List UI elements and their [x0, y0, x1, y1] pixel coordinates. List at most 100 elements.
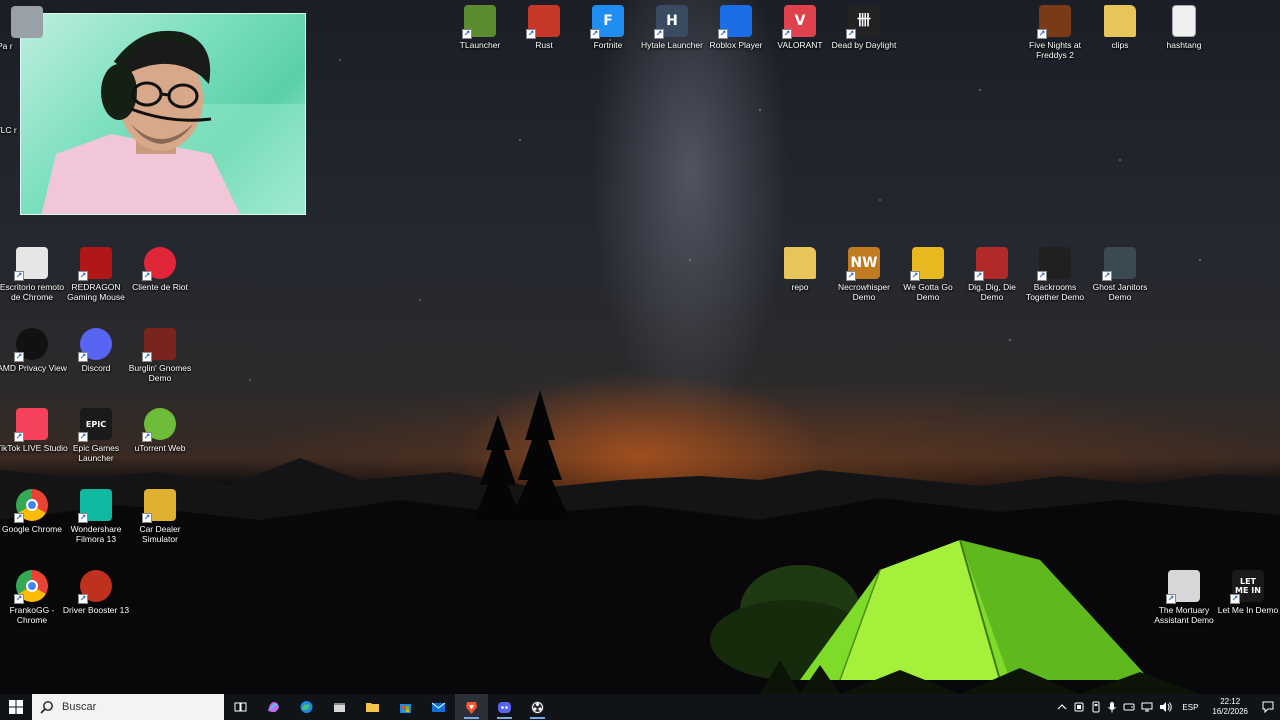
- tray-usb-button[interactable]: [1088, 694, 1104, 720]
- icon-label: hashtang: [1166, 40, 1202, 50]
- desktop-icon-vlc-partial[interactable]: VLC r: [0, 90, 60, 135]
- desktop-icon-mortuary-assistant[interactable]: ↗ The Mortuary Assistant Demo: [1151, 570, 1217, 625]
- icon-label: TLauncher: [459, 40, 501, 50]
- desktop-icon-we-gotta-go[interactable]: ↗ We Gotta Go Demo: [895, 247, 961, 302]
- desktop-icon-folder[interactable]: repo: [767, 247, 833, 292]
- taskbar-button-obs[interactable]: [521, 694, 554, 720]
- fortnite-icon: F ↗: [590, 5, 624, 39]
- chrome-icon: ↗: [14, 489, 48, 523]
- shortcut-arrow-icon: ↗: [142, 513, 152, 523]
- tray-volume-button[interactable]: [1156, 694, 1176, 720]
- notification-icon: [1262, 701, 1274, 713]
- desktop-icon-utorrent[interactable]: ↗ uTorrent Web: [127, 408, 193, 453]
- desktop-icon-riot-client[interactable]: ↗ Cliente de Riot: [127, 247, 193, 292]
- desktop-icon-necrowhisper[interactable]: NW ↗ Necrowhisper Demo: [831, 247, 897, 302]
- desktop-icon-hytale[interactable]: H ↗ Hytale Launcher: [639, 5, 705, 50]
- desktop-icon-fortnite[interactable]: F ↗ Fortnite: [575, 5, 641, 50]
- task-view-icon: [234, 702, 247, 711]
- taskbar-button-copilot[interactable]: [257, 694, 290, 720]
- desktop-icon-fnaf-freddy[interactable]: ↗ Five Nights at Freddys 2: [1022, 5, 1088, 60]
- taskbar-clock[interactable]: 22:12 16/2/2026: [1204, 697, 1256, 717]
- shortcut-arrow-icon: ↗: [142, 352, 152, 362]
- desktop-icon-valorant[interactable]: V ↗ VALORANT: [767, 5, 833, 50]
- icon-label: Let Me In Demo: [1217, 605, 1279, 615]
- tray-storage-button[interactable]: [1120, 694, 1138, 720]
- taskbar-button-mail[interactable]: [422, 694, 455, 720]
- icon-label: Necrowhisper Demo: [838, 282, 890, 302]
- minecraft-grass-block-icon: ↗: [462, 5, 496, 39]
- chrome-profile-icon: ↗: [14, 570, 48, 604]
- desktop-icon-roblox[interactable]: ↗ Roblox Player: [703, 5, 769, 50]
- icon-label: FrankoGG - Chrome: [9, 605, 55, 625]
- taskbar-button-discord[interactable]: [488, 694, 521, 720]
- desktop-icon-dead-by-daylight[interactable]: 卌 ↗ Dead by Daylight: [831, 5, 897, 50]
- shortcut-arrow-icon: ↗: [1037, 29, 1047, 39]
- icon-label: Ghost Janitors Demo: [1092, 282, 1148, 302]
- taskbar-button-file-explorer[interactable]: [323, 694, 356, 720]
- input-language-indicator[interactable]: ESP: [1176, 694, 1204, 720]
- desktop-icon-tiktok-live[interactable]: ↗ TikTok LIVE Studio: [0, 408, 68, 453]
- shortcut-arrow-icon: ↗: [78, 594, 88, 604]
- icon-label: The Mortuary Assistant Demo: [1154, 605, 1214, 625]
- icon-label: VALORANT: [777, 40, 823, 50]
- dig-dig-die-icon: ↗: [974, 247, 1008, 281]
- shortcut-arrow-icon: ↗: [910, 271, 920, 281]
- icon-label: Fortnite: [593, 40, 623, 50]
- taskbar-button-brave[interactable]: [455, 694, 488, 720]
- desktop-icon-backrooms-together[interactable]: ↗ Backrooms Together Demo: [1022, 247, 1088, 302]
- shortcut-arrow-icon: ↗: [1166, 594, 1176, 604]
- taskbar-button-edge[interactable]: [290, 694, 323, 720]
- taskbar-button-folder[interactable]: [356, 694, 389, 720]
- folder-icon: [784, 247, 816, 279]
- tray-network-button[interactable]: [1138, 694, 1156, 720]
- icon-label: REDRAGON Gaming Mouse: [67, 282, 125, 302]
- desktop-icon-chrome-remote-desktop[interactable]: ↗ Escritorio remoto de Chrome: [0, 247, 65, 302]
- desktop-icon-burglin-gnomes[interactable]: ↗ Burglin' Gnomes Demo: [127, 328, 193, 383]
- shortcut-arrow-icon: ↗: [142, 271, 152, 281]
- storage-icon: [1123, 703, 1135, 711]
- taskbar-search-box[interactable]: Buscar: [32, 694, 224, 720]
- desktop-icon-ghost-janitors[interactable]: ↗ Ghost Janitors Demo: [1087, 247, 1153, 302]
- we-gotta-go-icon: ↗: [910, 247, 944, 281]
- icon-label: repo: [791, 282, 809, 292]
- desktop-icon-minecraft-grass-block[interactable]: ↗ TLauncher: [447, 5, 513, 50]
- brave-icon: [466, 701, 477, 714]
- icon-glyph: 卌: [857, 12, 871, 29]
- tray-device-button[interactable]: [1070, 694, 1088, 720]
- shortcut-arrow-icon: ↗: [78, 432, 88, 442]
- tray-microphone-button[interactable]: [1104, 694, 1120, 720]
- desktop-icon-epic-games[interactable]: EPIC ↗ Epic Games Launcher: [63, 408, 129, 463]
- icon-glyph: EPIC: [85, 419, 107, 429]
- taskbar-button-task-view[interactable]: [224, 694, 257, 720]
- desktop-icon-filmora[interactable]: ↗ Wondershare Filmora 13: [63, 489, 129, 544]
- notification-center-button[interactable]: [1256, 694, 1280, 720]
- let-me-in-icon: LET ME IN ↗: [1230, 570, 1264, 604]
- discord-icon: [498, 701, 511, 713]
- icon-label: AMD Privacy View: [0, 363, 67, 373]
- desktop-icon-chrome-profile[interactable]: ↗ FrankoGG - Chrome: [0, 570, 65, 625]
- desktop-icon-car-dealer-simulator[interactable]: ↗ Car Dealer Simulator: [127, 489, 193, 544]
- windows-logo-icon: [9, 700, 23, 714]
- taskbar: Buscar ESP 22:12 16/2/2026: [0, 694, 1280, 720]
- desktop-icon-amd-eye[interactable]: ↗ AMD Privacy View: [0, 328, 67, 373]
- desktop-icon-chrome[interactable]: ↗ Google Chrome: [0, 489, 65, 534]
- desktop-icon-redragon-dragon[interactable]: ↗ REDRAGON Gaming Mouse: [63, 247, 129, 302]
- desktop-icon-rust-game[interactable]: ↗ Rust: [511, 5, 577, 50]
- desktop-icon-folder[interactable]: clips: [1087, 5, 1153, 50]
- desktop-icon-text-file[interactable]: hashtang: [1151, 5, 1217, 50]
- search-icon: [40, 701, 53, 714]
- shortcut-arrow-icon: ↗: [782, 29, 792, 39]
- desktop-icon-discord[interactable]: ↗ Discord: [63, 328, 129, 373]
- device-icon: [1074, 702, 1084, 712]
- icon-glyph: V: [794, 12, 806, 29]
- desktop-icon-dig-dig-die[interactable]: ↗ Dig, Dig, Die Demo: [959, 247, 1025, 302]
- icon-label: Pa r: [0, 41, 13, 51]
- desktop-icon-partial-top[interactable]: Pa r: [0, 6, 60, 51]
- taskbar-button-microsoft-store[interactable]: [389, 694, 422, 720]
- amd-eye-icon: ↗: [14, 328, 48, 362]
- desktop-icon-driver-booster[interactable]: ↗ Driver Booster 13: [63, 570, 129, 615]
- desktop-icon-let-me-in[interactable]: LET ME IN ↗ Let Me In Demo: [1215, 570, 1280, 615]
- epic-games-icon: EPIC ↗: [78, 408, 112, 442]
- show-hidden-icons-button[interactable]: [1054, 694, 1070, 720]
- start-button[interactable]: [0, 694, 32, 720]
